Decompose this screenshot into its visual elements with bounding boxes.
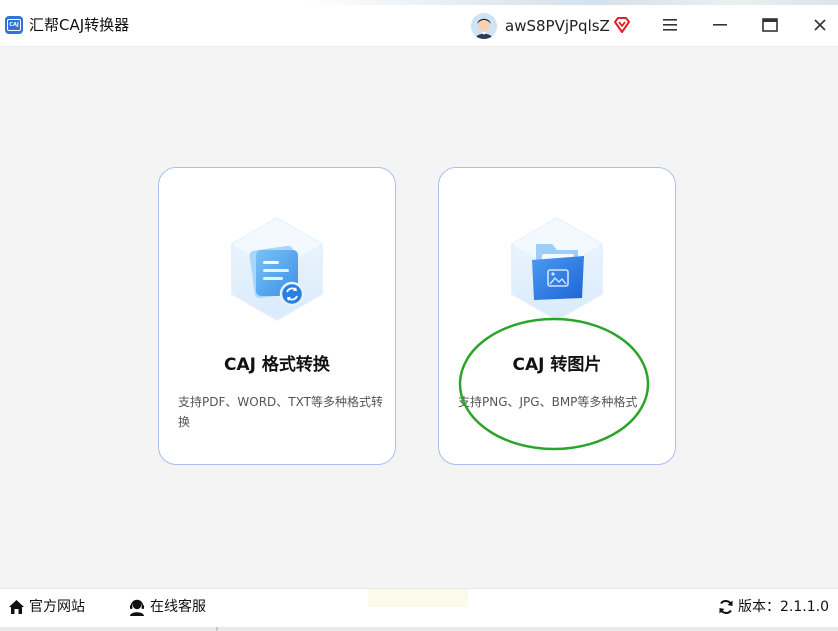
maximize-icon <box>762 18 778 32</box>
refresh-icon <box>719 600 733 614</box>
username[interactable]: awS8PVjPqlsZ <box>505 16 610 36</box>
maximize-button[interactable] <box>757 12 783 38</box>
card-title: CAJ 格式转换 <box>224 355 330 375</box>
card-title: CAJ 转图片 <box>512 355 602 375</box>
close-button[interactable] <box>807 12 833 38</box>
minimize-button[interactable] <box>707 12 733 38</box>
vip-diamond-icon[interactable] <box>612 15 632 35</box>
online-support-link[interactable]: 在线客服 <box>128 598 206 616</box>
card-description: 支持PNG、JPG、BMP等多种格式 <box>458 395 638 409</box>
card-description: 支持PDF、WORD、TXT等多种格式转换 <box>178 395 383 429</box>
footer-bar: 官方网站 在线客服 版本：2.1.1.0 <box>0 588 838 631</box>
minimize-icon <box>713 24 727 26</box>
bottom-strip <box>0 627 838 631</box>
menu-icon <box>663 19 677 31</box>
card-caj-to-image[interactable]: CAJ 转图片 支持PNG、JPG、BMP等多种格式 <box>438 167 676 465</box>
home-icon <box>9 600 24 614</box>
close-icon <box>814 19 826 31</box>
app-logo-text: CAJ <box>7 19 21 31</box>
footer-glow <box>368 589 468 607</box>
app-logo-icon: CAJ <box>5 16 23 34</box>
document-convert-icon <box>231 217 323 321</box>
user-avatar[interactable] <box>471 13 497 39</box>
app-title: 汇帮CAJ转换器 <box>29 16 130 34</box>
online-support-label: 在线客服 <box>150 599 206 615</box>
official-website-link[interactable]: 官方网站 <box>8 598 85 616</box>
version-check[interactable]: 版本：2.1.1.0 <box>718 598 829 616</box>
customer-service-icon <box>130 599 144 616</box>
card-caj-format-convert[interactable]: CAJ 格式转换 支持PDF、WORD、TXT等多种格式转换 <box>158 167 396 465</box>
bottom-strip-divider <box>216 627 218 631</box>
menu-button[interactable] <box>657 12 683 38</box>
title-bar: CAJ 汇帮CAJ转换器 awS8PVjPqlsZ <box>0 0 838 47</box>
image-folder-icon <box>511 217 603 321</box>
official-website-label: 官方网站 <box>29 599 85 615</box>
avatar-icon <box>471 13 497 39</box>
version-label: 版本：2.1.1.0 <box>738 599 829 615</box>
title-bar-decoration <box>300 0 838 5</box>
